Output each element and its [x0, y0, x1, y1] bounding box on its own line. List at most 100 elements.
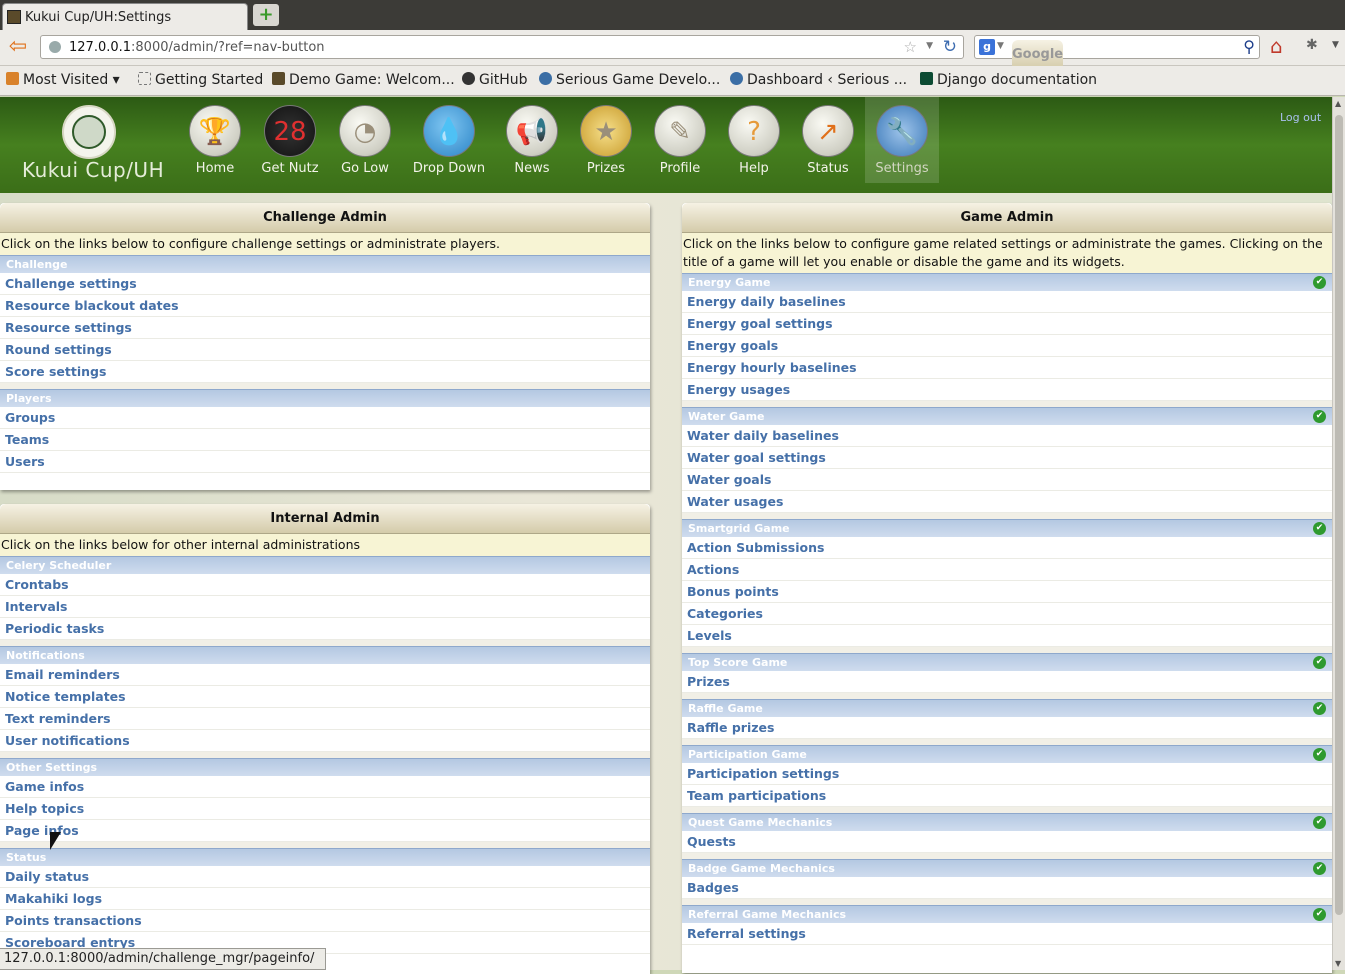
admin-link[interactable]: Energy goals	[682, 335, 1332, 357]
group-header[interactable]: Top Score Game ✔	[682, 653, 1332, 671]
bookmark-getting-started[interactable]: Getting Started	[138, 72, 263, 88]
group-header[interactable]: Smartgrid Game ✔	[682, 519, 1332, 537]
nav-drop-down[interactable]: 💧 Drop Down	[412, 105, 486, 176]
admin-link[interactable]: Groups	[0, 407, 650, 429]
group-title[interactable]: Top Score Game	[688, 656, 787, 669]
admin-link[interactable]: Makahiki logs	[0, 888, 650, 910]
group-header[interactable]: Quest Game Mechanics ✔	[682, 813, 1332, 831]
admin-link[interactable]: User notifications	[0, 730, 650, 752]
group-header[interactable]: Energy Game ✔	[682, 273, 1332, 291]
group-title[interactable]: Badge Game Mechanics	[688, 862, 835, 875]
nav-go-low[interactable]: ◔ Go Low	[328, 105, 402, 176]
admin-link[interactable]: Game infos	[0, 776, 650, 798]
nav-status[interactable]: ↗ Status	[791, 105, 865, 176]
admin-link[interactable]: Score settings	[0, 361, 650, 383]
group-header[interactable]: Status	[0, 848, 650, 866]
admin-link[interactable]: Raffle prizes	[682, 717, 1332, 739]
group-header[interactable]: Referral Game Mechanics ✔	[682, 905, 1332, 923]
group-header[interactable]: Raffle Game ✔	[682, 699, 1332, 717]
admin-link[interactable]: Referral settings	[682, 923, 1332, 945]
menu-dropdown-icon[interactable]: ▼	[1332, 40, 1339, 50]
reload-icon[interactable]: ↻	[943, 37, 957, 57]
group-title[interactable]: Participation Game	[688, 748, 807, 761]
group-title[interactable]: Referral Game Mechanics	[688, 908, 846, 921]
admin-link[interactable]: Challenge settings	[0, 273, 650, 295]
group-title[interactable]: Status	[6, 851, 46, 864]
admin-link[interactable]: Actions	[682, 559, 1332, 581]
back-arrow-icon[interactable]: ⇦	[6, 36, 30, 58]
google-engine-icon[interactable]: g	[979, 39, 995, 55]
bookmark-most-visited[interactable]: Most Visited ▾	[6, 72, 120, 88]
page-scrollbar[interactable]: ▲ ▼	[1332, 97, 1345, 970]
admin-link[interactable]: Users	[0, 451, 650, 473]
scroll-down-arrow-icon[interactable]: ▼	[1335, 959, 1341, 968]
admin-link[interactable]: Text reminders	[0, 708, 650, 730]
admin-link[interactable]: Prizes	[682, 671, 1332, 693]
addon-icon[interactable]: ✱	[1306, 37, 1318, 53]
group-title[interactable]: Raffle Game	[688, 702, 763, 715]
admin-link[interactable]: Crontabs	[0, 574, 650, 596]
group-title[interactable]: Other Settings	[6, 761, 97, 774]
nav-get-nutz[interactable]: 28 Get Nutz	[253, 105, 327, 176]
admin-link[interactable]: Intervals	[0, 596, 650, 618]
new-tab-button[interactable]: +	[253, 4, 279, 26]
admin-link[interactable]: Energy usages	[682, 379, 1332, 401]
group-title[interactable]: Quest Game Mechanics	[688, 816, 832, 829]
home-icon[interactable]: ⌂	[1270, 34, 1283, 58]
admin-link[interactable]: Team participations	[682, 785, 1332, 807]
admin-link[interactable]: Water goal settings	[682, 447, 1332, 469]
group-title[interactable]: Energy Game	[688, 276, 770, 289]
group-header[interactable]: Water Game ✔	[682, 407, 1332, 425]
nav-profile[interactable]: ✎ Profile	[643, 105, 717, 176]
group-header[interactable]: Other Settings	[0, 758, 650, 776]
bookmark-star-icon[interactable]: ☆	[904, 38, 917, 56]
nav-news[interactable]: 📢 News	[495, 105, 569, 176]
bookmark-django-docs[interactable]: Django documentation	[920, 72, 1097, 88]
search-box[interactable]: g ▼ Google ⚲	[974, 35, 1260, 70]
nav-help[interactable]: ? Help	[717, 105, 791, 176]
admin-link[interactable]: Categories	[682, 603, 1332, 625]
url-dropdown-icon[interactable]: ▼	[926, 41, 933, 51]
admin-link[interactable]: Email reminders	[0, 664, 650, 686]
nav-settings[interactable]: 🔧 Settings	[865, 97, 939, 183]
scroll-up-arrow-icon[interactable]: ▲	[1335, 99, 1341, 108]
engine-dropdown-icon[interactable]: ▼	[997, 41, 1004, 51]
group-title[interactable]: Notifications	[6, 649, 85, 662]
group-header[interactable]: Celery Scheduler	[0, 556, 650, 574]
bookmark-serious-game[interactable]: Serious Game Develo...	[539, 72, 720, 88]
bookmark-demo-game[interactable]: Demo Game: Welcom...	[272, 72, 455, 88]
admin-link[interactable]: Levels	[682, 625, 1332, 647]
admin-link[interactable]: Water usages	[682, 491, 1332, 513]
admin-link[interactable]: Quests	[682, 831, 1332, 853]
group-header[interactable]: Notifications	[0, 646, 650, 664]
admin-link[interactable]: Daily status	[0, 866, 650, 888]
nav-home[interactable]: 🏆 Home	[178, 105, 252, 176]
group-title[interactable]: Celery Scheduler	[6, 559, 111, 572]
admin-link[interactable]: Bonus points	[682, 581, 1332, 603]
admin-link[interactable]: Action Submissions	[682, 537, 1332, 559]
bookmark-dashboard[interactable]: Dashboard ‹ Serious ...	[730, 72, 907, 88]
admin-link[interactable]: Participation settings	[682, 763, 1332, 785]
admin-link[interactable]: Periodic tasks	[0, 618, 650, 640]
address-bar[interactable]: 127.0.0.1:8000/admin/?ref=nav-button ☆ ▼…	[40, 35, 964, 59]
group-header[interactable]: Participation Game ✔	[682, 745, 1332, 763]
admin-link[interactable]: Points transactions	[0, 910, 650, 932]
admin-link[interactable]: Resource blackout dates	[0, 295, 650, 317]
admin-link[interactable]: Page infos	[0, 820, 650, 842]
admin-link[interactable]: Resource settings	[0, 317, 650, 339]
admin-link[interactable]: Help topics	[0, 798, 650, 820]
admin-link[interactable]: Water goals	[682, 469, 1332, 491]
group-header[interactable]: Badge Game Mechanics ✔	[682, 859, 1332, 877]
group-title[interactable]: Water Game	[688, 410, 765, 423]
group-header[interactable]: Challenge	[0, 255, 650, 273]
group-title[interactable]: Smartgrid Game	[688, 522, 790, 535]
scrollbar-thumb[interactable]	[1335, 115, 1343, 915]
admin-link[interactable]: Round settings	[0, 339, 650, 361]
bookmark-github[interactable]: GitHub	[462, 72, 528, 88]
admin-link[interactable]: Energy hourly baselines	[682, 357, 1332, 379]
group-title[interactable]: Players	[6, 392, 52, 405]
admin-link[interactable]: Badges	[682, 877, 1332, 899]
search-icon[interactable]: ⚲	[1243, 37, 1255, 56]
group-title[interactable]: Challenge	[6, 258, 68, 271]
admin-link[interactable]: Teams	[0, 429, 650, 451]
